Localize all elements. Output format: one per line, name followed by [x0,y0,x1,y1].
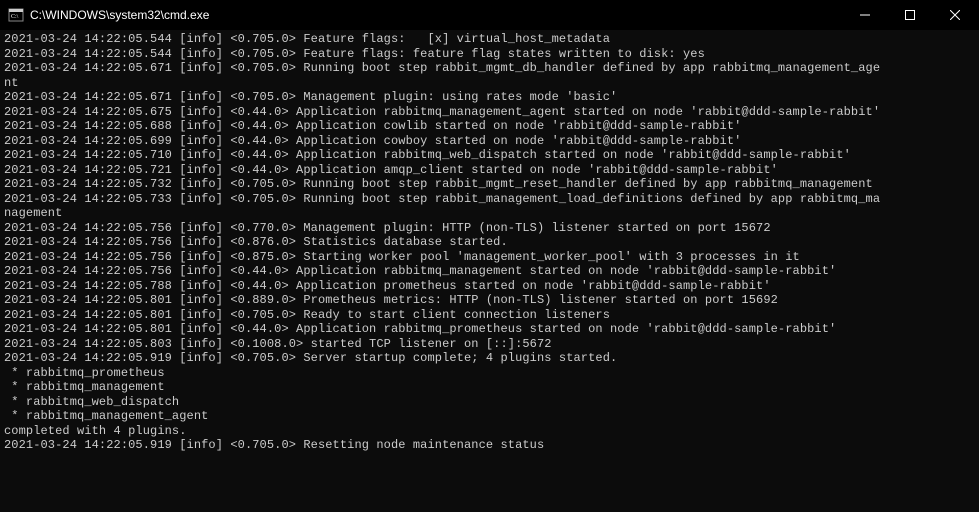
log-line: * rabbitmq_management [4,380,975,395]
log-line: 2021-03-24 14:22:05.721 [info] <0.44.0> … [4,163,975,178]
log-line: 2021-03-24 14:22:05.919 [info] <0.705.0>… [4,438,975,453]
svg-text:C:\: C:\ [11,14,19,20]
log-line: 2021-03-24 14:22:05.801 [info] <0.44.0> … [4,322,975,337]
log-line: 2021-03-24 14:22:05.801 [info] <0.705.0>… [4,308,975,323]
log-line: 2021-03-24 14:22:05.756 [info] <0.44.0> … [4,264,975,279]
log-line: nt [4,76,975,91]
log-line: * rabbitmq_management_agent [4,409,975,424]
close-button[interactable] [932,0,977,30]
log-line: 2021-03-24 14:22:05.675 [info] <0.44.0> … [4,105,975,120]
console-output[interactable]: 2021-03-24 14:22:05.544 [info] <0.705.0>… [0,30,979,512]
minimize-button[interactable] [842,0,887,30]
log-line: 2021-03-24 14:22:05.710 [info] <0.44.0> … [4,148,975,163]
log-line: 2021-03-24 14:22:05.919 [info] <0.705.0>… [4,351,975,366]
log-line: 2021-03-24 14:22:05.671 [info] <0.705.0>… [4,61,975,76]
maximize-button[interactable] [887,0,932,30]
log-line: * rabbitmq_prometheus [4,366,975,381]
log-line: nagement [4,206,975,221]
log-line: * rabbitmq_web_dispatch [4,395,975,410]
log-line: 2021-03-24 14:22:05.733 [info] <0.705.0>… [4,192,975,207]
cmd-icon: C:\ [8,7,24,23]
log-line: 2021-03-24 14:22:05.671 [info] <0.705.0>… [4,90,975,105]
log-line: completed with 4 plugins. [4,424,975,439]
log-line: 2021-03-24 14:22:05.732 [info] <0.705.0>… [4,177,975,192]
window-controls [842,0,977,30]
log-line: 2021-03-24 14:22:05.688 [info] <0.44.0> … [4,119,975,134]
log-line: 2021-03-24 14:22:05.788 [info] <0.44.0> … [4,279,975,294]
log-line: 2021-03-24 14:22:05.544 [info] <0.705.0>… [4,47,975,62]
log-line: 2021-03-24 14:22:05.756 [info] <0.770.0>… [4,221,975,236]
title-bar: C:\ C:\WINDOWS\system32\cmd.exe [0,0,979,30]
log-line: 2021-03-24 14:22:05.756 [info] <0.875.0>… [4,250,975,265]
log-line: 2021-03-24 14:22:05.699 [info] <0.44.0> … [4,134,975,149]
log-line: 2021-03-24 14:22:05.803 [info] <0.1008.0… [4,337,975,352]
log-line: 2021-03-24 14:22:05.756 [info] <0.876.0>… [4,235,975,250]
window-title: C:\WINDOWS\system32\cmd.exe [30,8,842,22]
log-line: 2021-03-24 14:22:05.544 [info] <0.705.0>… [4,32,975,47]
log-line: 2021-03-24 14:22:05.801 [info] <0.889.0>… [4,293,975,308]
